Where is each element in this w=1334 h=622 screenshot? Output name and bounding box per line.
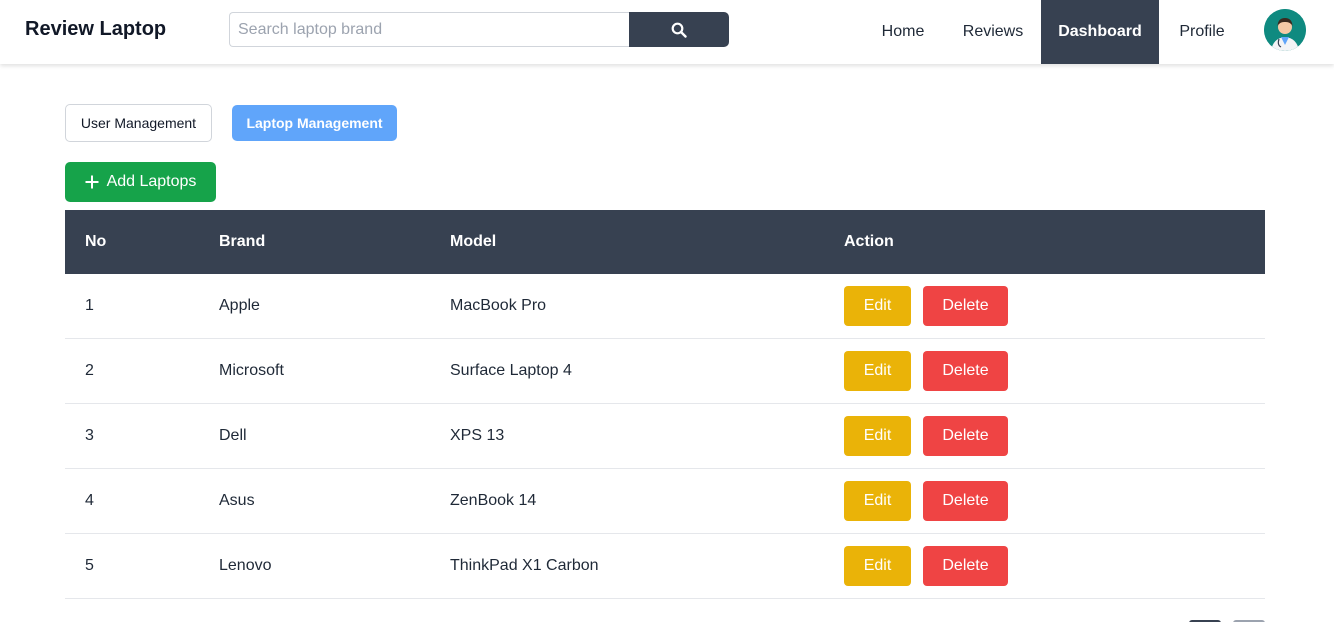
add-laptops-button[interactable]: Add Laptops <box>65 162 216 202</box>
edit-button[interactable]: Edit <box>844 286 911 326</box>
table-header: No Brand Model Action <box>65 210 1265 274</box>
cell-model: Surface Laptop 4 <box>450 362 572 379</box>
edit-button[interactable]: Edit <box>844 481 911 521</box>
cell-action: Edit Delete <box>844 534 1008 598</box>
delete-button[interactable]: Delete <box>923 286 1008 326</box>
cell-brand: Lenovo <box>219 557 272 574</box>
column-header-model: Model <box>450 233 497 250</box>
cell-brand: Apple <box>219 297 260 314</box>
nav-reviews[interactable]: Reviews <box>950 0 1036 64</box>
cell-action: Edit Delete <box>844 469 1008 533</box>
nav-home[interactable]: Home <box>862 0 944 64</box>
laptop-table: No Brand Model Action 1 Apple MacBook Pr… <box>65 210 1265 599</box>
table-row: 3 Dell XPS 13 Edit Delete <box>65 404 1265 469</box>
cell-no: 1 <box>85 297 94 314</box>
delete-button[interactable]: Delete <box>923 481 1008 521</box>
table-row: 5 Lenovo ThinkPad X1 Carbon Edit Delete <box>65 534 1265 599</box>
user-avatar[interactable] <box>1264 9 1306 51</box>
tab-laptop-management[interactable]: Laptop Management <box>232 105 397 141</box>
delete-button[interactable]: Delete <box>923 351 1008 391</box>
search-bar <box>229 12 729 47</box>
plus-icon <box>85 175 99 189</box>
cell-brand: Dell <box>219 427 247 444</box>
nav-profile[interactable]: Profile <box>1162 0 1242 64</box>
search-icon <box>671 22 687 38</box>
edit-button[interactable]: Edit <box>844 546 911 586</box>
add-laptops-label: Add Laptops <box>106 173 197 190</box>
cell-action: Edit Delete <box>844 404 1008 468</box>
cell-model: MacBook Pro <box>450 297 547 314</box>
cell-model: ThinkPad X1 Carbon <box>450 557 599 574</box>
cell-no: 4 <box>85 492 94 509</box>
table-row: 1 Apple MacBook Pro Edit Delete <box>65 274 1265 339</box>
cell-brand: Microsoft <box>219 362 284 379</box>
column-header-no: No <box>85 233 107 250</box>
column-header-brand: Brand <box>219 233 266 250</box>
top-navbar: Review Laptop Home Reviews Dashboard Pro… <box>0 0 1334 64</box>
cell-brand: Asus <box>219 492 255 509</box>
column-header-action: Action <box>844 233 894 250</box>
cell-action: Edit Delete <box>844 339 1008 403</box>
cell-action: Edit Delete <box>844 274 1008 338</box>
cell-model: XPS 13 <box>450 427 505 444</box>
avatar-icon <box>1264 9 1306 51</box>
table-row: 2 Microsoft Surface Laptop 4 Edit Delete <box>65 339 1265 404</box>
cell-no: 5 <box>85 557 94 574</box>
edit-button[interactable]: Edit <box>844 351 911 391</box>
delete-button[interactable]: Delete <box>923 546 1008 586</box>
search-button[interactable] <box>629 12 729 47</box>
table-row: 4 Asus ZenBook 14 Edit Delete <box>65 469 1265 534</box>
cell-no: 2 <box>85 362 94 379</box>
tab-user-management[interactable]: User Management <box>65 104 212 142</box>
edit-button[interactable]: Edit <box>844 416 911 456</box>
delete-button[interactable]: Delete <box>923 416 1008 456</box>
search-input[interactable] <box>229 12 631 47</box>
cell-no: 3 <box>85 427 94 444</box>
site-brand[interactable]: Review Laptop <box>25 18 166 41</box>
cell-model: ZenBook 14 <box>450 492 537 509</box>
nav-dashboard[interactable]: Dashboard <box>1041 0 1159 64</box>
